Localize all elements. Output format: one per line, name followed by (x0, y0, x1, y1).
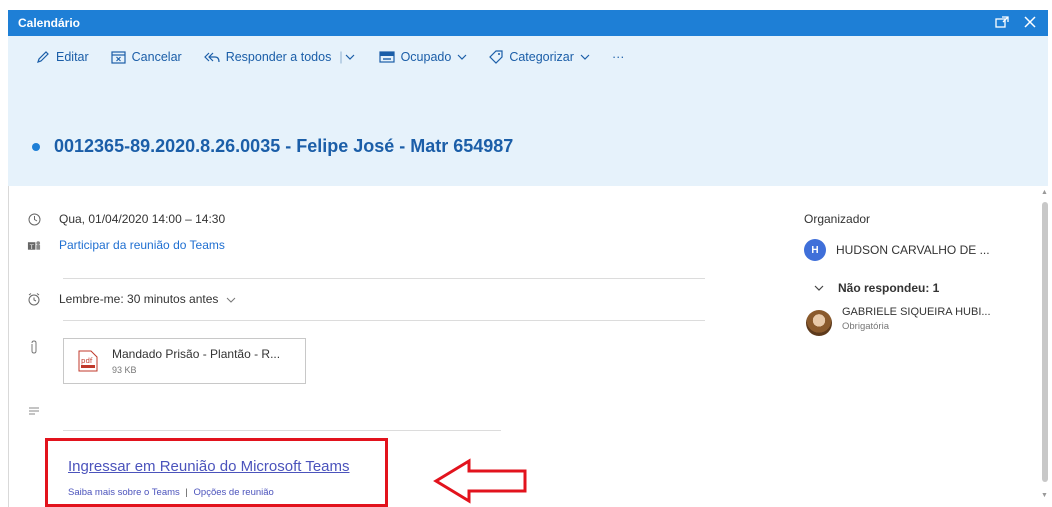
reply-all-button[interactable]: Responder a todos (203, 50, 332, 64)
join-microsoft-teams-link[interactable]: Ingressar em Reunião do Microsoft Teams (68, 458, 350, 475)
busy-status-button[interactable]: Ocupado (378, 50, 468, 64)
reminder-label: Lembre-me: 30 minutos antes (59, 292, 219, 306)
divider (63, 320, 705, 321)
learn-more-teams-link[interactable]: Saiba mais sobre o Teams (68, 487, 180, 498)
attendee-role: Obrigatória (842, 321, 889, 332)
page-title: 0012365-89.2020.8.26.0035 - Felipe José … (54, 136, 514, 156)
busy-icon (378, 51, 395, 63)
link-separator: | (185, 487, 188, 498)
categorize-label: Categorizar (509, 50, 574, 64)
event-header: Editar Cancelar Responder a todos | Ocup… (8, 36, 1048, 186)
teams-highlight-box: Ingressar em Reunião do Microsoft Teams … (45, 438, 388, 507)
chevron-down-icon (814, 285, 824, 291)
pdf-icon-label: pdf (81, 357, 93, 365)
svg-text:T: T (29, 242, 34, 250)
edit-label: Editar (56, 50, 89, 64)
event-body: Qua, 01/04/2020 14:00 – 14:30 T Particip… (8, 186, 1049, 507)
join-teams-link[interactable]: Participar da reunião do Teams (59, 238, 225, 252)
toolbar-separator: | (339, 50, 343, 64)
chevron-down-icon (457, 54, 467, 60)
attendee-name: GABRIELE SIQUEIRA HUBI... (842, 306, 991, 318)
divider (63, 278, 705, 279)
edit-button[interactable]: Editar (36, 50, 89, 64)
attachment-row-icon (27, 339, 59, 354)
chevron-down-icon (345, 54, 355, 60)
tag-icon (489, 50, 503, 64)
meeting-options-link[interactable]: Opções de reunião (194, 487, 274, 498)
red-arrow-annotation (433, 458, 527, 504)
window-controls (994, 14, 1038, 30)
avatar (806, 310, 832, 336)
event-datetime: Qua, 01/04/2020 14:00 – 14:30 (59, 212, 226, 226)
more-options-button[interactable]: ··· (612, 50, 625, 64)
teams-sub-links: Saiba mais sobre o Teams | Opções de reu… (68, 487, 274, 498)
chevron-down-icon (226, 292, 236, 306)
notes-row (27, 404, 59, 418)
scroll-up-arrow-icon[interactable]: ▲ (1041, 189, 1048, 196)
paperclip-icon (27, 339, 41, 354)
calendar-event-window: Calendário Editar Cancelar Responder a t… (0, 0, 1052, 507)
busy-label: Ocupado (400, 50, 452, 64)
reply-all-dropdown[interactable] (345, 54, 355, 60)
window-title: Calendário (18, 16, 81, 30)
cancel-label: Cancelar (131, 50, 182, 64)
teams-meeting-row: T Participar da reunião do Teams (27, 238, 225, 252)
pdf-file-icon: pdf (78, 350, 98, 372)
scrollbar-thumb[interactable] (1042, 202, 1048, 482)
title-bar: Calendário (8, 10, 1048, 36)
reminder-row[interactable]: Lembre-me: 30 minutos antes (27, 292, 236, 306)
attachment-name: Mandado Prisão - Plantão - R... (112, 347, 281, 361)
toolbar: Editar Cancelar Responder a todos | Ocup… (36, 50, 646, 64)
cancel-button[interactable]: Cancelar (111, 50, 182, 64)
alarm-clock-icon (27, 292, 41, 306)
reply-all-icon (203, 52, 220, 63)
avatar: H (804, 239, 826, 261)
pencil-icon (37, 51, 49, 63)
divider (63, 430, 501, 431)
notes-lines-icon (27, 404, 41, 418)
attachment-info: Mandado Prisão - Plantão - R... 93 KB (112, 347, 280, 375)
calendar-cancel-icon (111, 51, 126, 64)
organizer-name: HUDSON CARVALHO DE ... (836, 243, 990, 257)
datetime-row: Qua, 01/04/2020 14:00 – 14:30 (27, 212, 225, 226)
event-title-row: 0012365-89.2020.8.26.0035 - Felipe José … (32, 136, 513, 157)
clock-icon (27, 212, 41, 226)
attachment-card[interactable]: pdf Mandado Prisão - Plantão - R... 93 K… (63, 338, 306, 384)
not-responded-label: Não respondeu: 1 (838, 281, 940, 295)
attachment-size: 93 KB (112, 365, 137, 375)
teams-icon: T (27, 238, 41, 252)
organizer-label: Organizador (804, 212, 871, 226)
scroll-down-arrow-icon[interactable]: ▼ (1041, 492, 1048, 499)
categorize-button[interactable]: Categorizar (489, 50, 590, 64)
category-dot (32, 142, 40, 151)
organizer-row[interactable]: H HUDSON CARVALHO DE ... (804, 239, 990, 261)
popout-icon[interactable] (994, 14, 1010, 30)
close-icon[interactable] (1022, 14, 1038, 30)
not-responded-toggle[interactable]: Não respondeu: 1 (814, 281, 939, 295)
attendee-info: GABRIELE SIQUEIRA HUBI... Obrigatória (842, 306, 991, 332)
attendee-row[interactable]: GABRIELE SIQUEIRA HUBI... Obrigatória (806, 306, 991, 336)
reply-all-label: Responder a todos (225, 50, 332, 64)
chevron-down-icon (580, 54, 590, 60)
